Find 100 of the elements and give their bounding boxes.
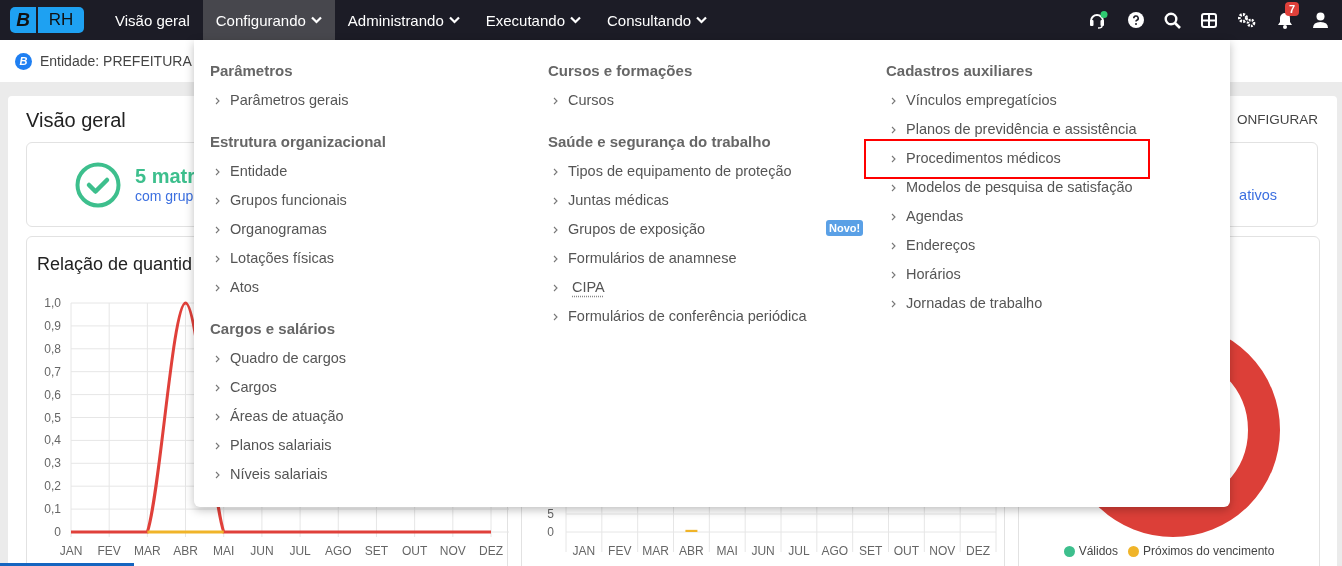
axis-label: 0,1 — [44, 502, 61, 517]
axis-label: 0,9 — [44, 318, 61, 333]
axis-label: 1,0 — [44, 296, 61, 310]
menu-link[interactable]: Cursos — [568, 92, 614, 108]
grid-icon[interactable] — [1201, 12, 1217, 28]
nav-menu-item[interactable]: Visão geral — [102, 0, 203, 40]
axis-label: SET — [364, 544, 389, 558]
nav-menu-item[interactable]: Executando — [472, 0, 594, 40]
chevron-icon — [553, 284, 558, 292]
menu-link[interactable]: CIPA — [572, 279, 605, 295]
chevron-icon — [215, 355, 220, 363]
menu-link[interactable]: Procedimentos médicos — [906, 150, 1061, 166]
nav-menu-item[interactable]: Administrando — [334, 0, 473, 40]
menu-link[interactable]: Modelos de pesquisa de satisfação — [906, 179, 1133, 195]
axis-label: FEV — [608, 544, 632, 558]
chevron-icon — [891, 271, 896, 279]
chevron-icon — [891, 184, 896, 192]
menu-link[interactable]: Atos — [230, 279, 259, 295]
menu-link[interactable]: Vínculos empregatícios — [906, 92, 1057, 108]
menu-link[interactable]: Juntas médicas — [568, 192, 669, 208]
menu-link[interactable]: Formulários de anamnese — [568, 250, 737, 266]
chevron-icon — [553, 168, 558, 176]
entity-logo: B — [15, 52, 32, 70]
check-circle-icon — [75, 161, 121, 208]
axis-label: 0,3 — [44, 456, 61, 471]
menu-link[interactable]: Cargos — [230, 379, 277, 395]
menu-link[interactable]: Agendas — [906, 208, 964, 224]
menu-section-heading: Saúde e segurança do trabalho — [548, 133, 771, 150]
chevron-icon — [891, 155, 896, 163]
chevron-icon — [215, 442, 220, 450]
menu-section-heading: Estrutura organizacional — [210, 133, 386, 150]
axis-label: 0,4 — [44, 433, 61, 448]
axis-label: 0,8 — [44, 341, 61, 356]
chevron-icon — [215, 284, 220, 292]
menu-link[interactable]: Parâmetros gerais — [230, 92, 349, 108]
summary-link[interactable]: ativos — [1239, 166, 1277, 203]
chevron-icon — [553, 226, 558, 234]
menu-link[interactable]: Planos salariais — [230, 437, 332, 453]
chevron-icon — [215, 471, 220, 479]
menu-link[interactable]: Níveis salariais — [230, 466, 328, 482]
menu-link[interactable]: Organogramas — [230, 221, 327, 237]
bar — [685, 529, 698, 532]
configure-link[interactable]: ONFIGURAR — [1237, 111, 1318, 127]
axis-label: ABR — [173, 544, 198, 558]
menu-link[interactable]: Jornadas de trabalho — [906, 295, 1043, 311]
menu-link[interactable]: Áreas de atuação — [230, 408, 344, 424]
menu-section-heading: Cargos e salários — [210, 320, 336, 337]
new-tag: Novo! — [826, 220, 864, 236]
axis-label: 0,2 — [44, 479, 61, 494]
menu-link[interactable]: Endereços — [906, 237, 976, 253]
chevron-icon — [215, 97, 220, 105]
chevron-icon — [215, 197, 220, 205]
chevron-icon — [553, 313, 558, 321]
menu-link[interactable]: Formulários de conferência periódica — [568, 308, 807, 324]
menu-section-heading: Cursos e formações — [548, 62, 693, 79]
chevron-icon — [553, 197, 558, 205]
notification-count: 7 — [1285, 1, 1300, 16]
axis-label: OUT — [893, 544, 920, 558]
menu-link[interactable]: Grupos de exposição — [568, 221, 706, 237]
settings-icon[interactable] — [1237, 12, 1257, 28]
chevron-icon — [891, 126, 896, 134]
axis-label: AGO — [821, 544, 849, 558]
headset-icon[interactable] — [1089, 11, 1108, 29]
menu-link[interactable]: Entidade — [230, 163, 288, 179]
menu-link[interactable]: Lotações físicas — [230, 250, 334, 266]
menu-link[interactable]: Quadro de cargos — [230, 350, 347, 366]
axis-label: MAI — [213, 544, 235, 558]
menu-link[interactable]: Horários — [906, 266, 961, 282]
axis-label: JUN — [751, 544, 775, 558]
horizontal-scrollbar[interactable] — [0, 563, 134, 566]
nav-menu-item[interactable]: Consultando — [594, 0, 721, 40]
chart-title: Relação de quantid — [37, 253, 193, 275]
nav-menu-item[interactable]: Configurando — [202, 0, 335, 40]
legend-label: Válidos — [1078, 544, 1118, 558]
axis-label: SET — [858, 544, 883, 558]
axis-label: JAN — [59, 544, 83, 558]
notifications-icon[interactable] — [1277, 11, 1293, 29]
axis-label: DEZ — [966, 544, 991, 558]
axis-label: MAI — [716, 544, 738, 558]
user-icon[interactable] — [1313, 12, 1328, 28]
axis-label: OUT — [401, 544, 428, 558]
chevron-icon — [891, 213, 896, 221]
menu-link[interactable]: Planos de previdência e assistência — [906, 121, 1137, 137]
help-icon[interactable] — [1128, 12, 1144, 28]
chevron-icon — [215, 255, 220, 263]
axis-label: DEZ — [479, 544, 503, 558]
summary-link[interactable]: com grup — [135, 188, 196, 204]
axis-label: JAN — [572, 544, 596, 558]
chevron-icon — [891, 97, 896, 105]
chevron-icon — [215, 168, 220, 176]
menu-link[interactable]: Tipos de equipamento de proteção — [568, 163, 792, 179]
chevron-icon — [215, 226, 220, 234]
axis-label: JUL — [788, 544, 810, 558]
menu-link[interactable]: Grupos funcionais — [230, 192, 347, 208]
search-icon[interactable] — [1164, 11, 1181, 29]
axis-label: JUL — [289, 544, 311, 558]
axis-label: MAR — [134, 544, 161, 558]
axis-label: AGO — [324, 544, 352, 558]
chevron-icon — [891, 300, 896, 308]
axis-label: 0,5 — [44, 410, 61, 425]
